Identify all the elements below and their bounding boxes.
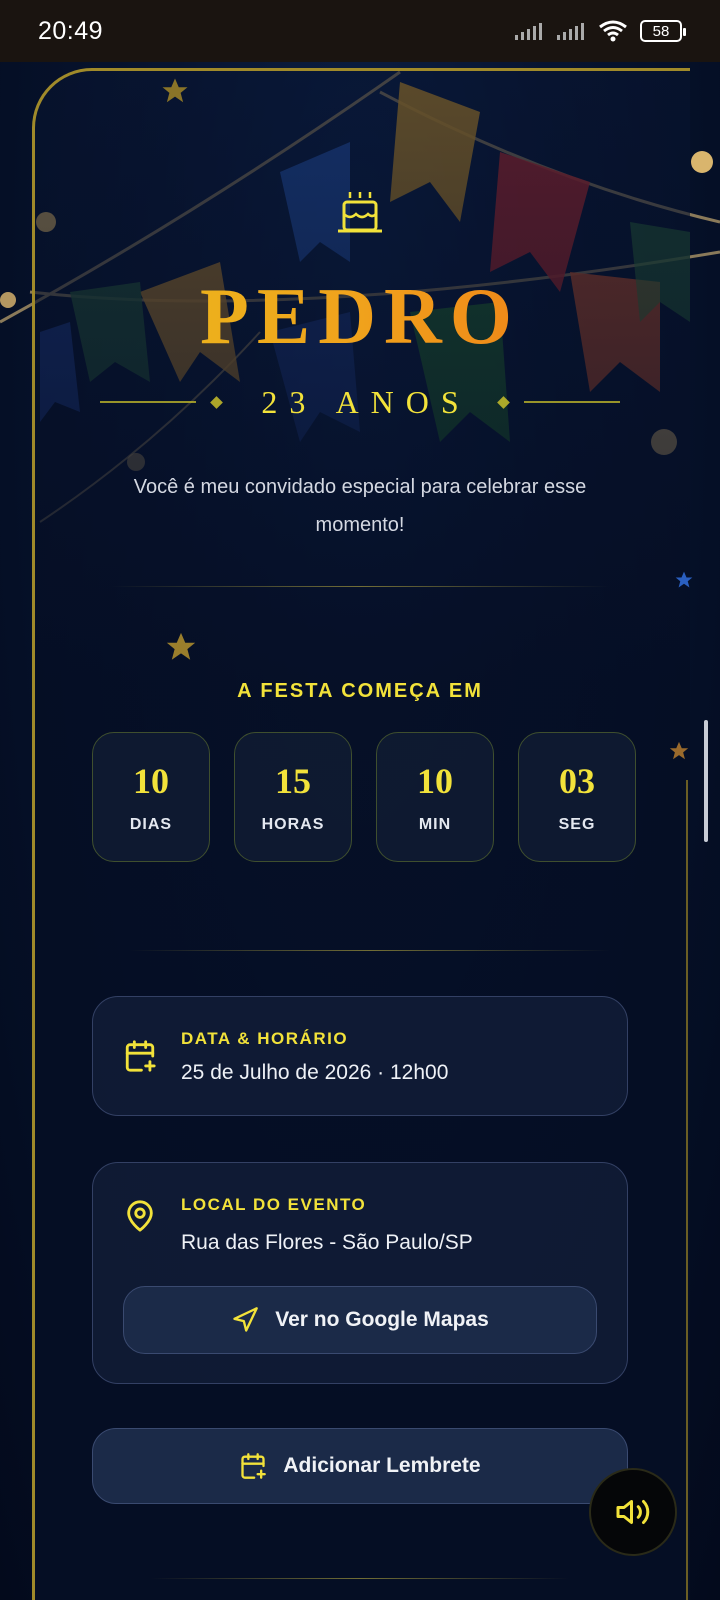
- star-icon: [166, 632, 196, 660]
- countdown-value: 03: [559, 761, 595, 801]
- star-icon: [162, 78, 188, 103]
- countdown-title: A FESTA COMEÇA EM: [237, 680, 483, 702]
- status-icons: 58: [514, 19, 686, 43]
- status-bar: 20:49 58: [0, 0, 720, 62]
- countdown-days: 10 DIAS: [92, 732, 210, 862]
- guest-of-honor-name: PEDRO: [0, 272, 720, 363]
- birthday-cake-icon: [338, 192, 382, 233]
- date-time-value: 25 de Julho de 2026 · 12h00: [181, 1061, 449, 1084]
- decorative-line: [100, 401, 197, 403]
- date-time-title: DATA & HORÁRIO: [181, 1029, 349, 1048]
- countdown-value: 15: [275, 761, 311, 801]
- sound-toggle-button[interactable]: [589, 1468, 677, 1556]
- scrollbar[interactable]: [704, 720, 708, 842]
- countdown-minutes: 10 MIN: [376, 732, 494, 862]
- card-border-right: [686, 780, 688, 1600]
- countdown-unit-label: DIAS: [129, 816, 173, 833]
- countdown-value: 10: [417, 761, 453, 801]
- countdown-unit-label: HORAS: [261, 816, 325, 833]
- navigation-arrow-icon: [233, 1307, 259, 1332]
- wifi-icon: [599, 20, 627, 42]
- countdown-value: 10: [133, 761, 169, 801]
- countdown-unit-label: SEG: [558, 816, 596, 833]
- add-reminder-button[interactable]: Adicionar Lembrete: [92, 1428, 628, 1504]
- diamond-ornament: [496, 395, 510, 409]
- date-time-card: DATA & HORÁRIO 25 de Julho de 2026 · 12h…: [92, 996, 628, 1116]
- diamond-ornament: [210, 395, 224, 409]
- google-maps-button-label: Ver no Google Mapas: [275, 1308, 489, 1331]
- countdown-unit-label: MIN: [418, 816, 452, 833]
- signal-icon: [515, 23, 542, 40]
- countdown-seconds: 03 SEG: [518, 732, 636, 862]
- section-divider: [130, 950, 610, 951]
- google-maps-button[interactable]: Ver no Google Mapas: [123, 1286, 597, 1354]
- age-label: 23 ANOS: [261, 383, 471, 420]
- star-icon: [669, 741, 689, 760]
- add-reminder-button-label: Adicionar Lembrete: [283, 1454, 481, 1477]
- signal-icon: [557, 23, 584, 40]
- decorative-line: [523, 401, 621, 403]
- age-row: 23 ANOS: [100, 380, 621, 424]
- calendar-plus-icon: [241, 1453, 267, 1479]
- section-divider: [110, 586, 610, 587]
- countdown-hours: 15 HORAS: [234, 732, 352, 862]
- map-pin-icon: [127, 1200, 153, 1232]
- location-title: LOCAL DO EVENTO: [181, 1195, 367, 1214]
- star-icon: [675, 571, 693, 588]
- battery-indicator: 58: [640, 20, 686, 42]
- speaker-volume-icon: [616, 1500, 650, 1524]
- countdown-timer: 10 DIAS 15 HORAS 10 MIN 03 SEG: [92, 732, 636, 862]
- invitation-tagline: Você é meu convidado especial para celeb…: [133, 476, 587, 536]
- section-divider: [150, 1578, 570, 1579]
- status-time: 20:49: [38, 16, 104, 45]
- location-value: Rua das Flores - São Paulo/SP: [181, 1231, 473, 1254]
- calendar-plus-icon: [125, 1040, 156, 1072]
